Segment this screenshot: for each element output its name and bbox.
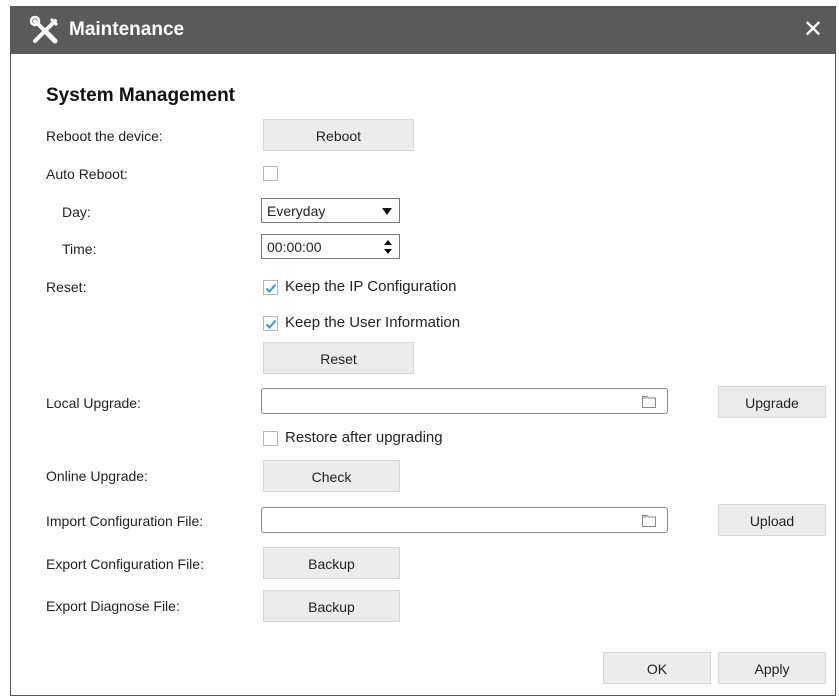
day-select[interactable]: Everyday [261, 198, 400, 223]
export-config-label: Export Configuration File: [46, 556, 204, 572]
reset-button[interactable]: Reset [263, 342, 414, 374]
upload-button[interactable]: Upload [718, 504, 826, 536]
restore-after-upgrading-label: Restore after upgrading [285, 429, 443, 446]
check-button[interactable]: Check [263, 460, 400, 492]
restore-after-upgrading-checkbox[interactable] [263, 431, 278, 446]
day-label: Day: [62, 204, 91, 220]
time-input[interactable]: 00:00:00 [261, 234, 400, 259]
dropdown-arrow-icon [382, 208, 392, 215]
reset-label: Reset: [46, 279, 87, 295]
title-bar: Maintenance ✕ [11, 7, 835, 54]
import-config-file-input[interactable] [261, 507, 668, 533]
day-select-value: Everyday [267, 203, 326, 219]
keep-user-checkbox[interactable] [263, 316, 278, 331]
import-config-label: Import Configuration File: [46, 513, 204, 529]
apply-button[interactable]: Apply [718, 652, 826, 684]
dialog-title: Maintenance [69, 19, 185, 40]
keep-ip-label: Keep the IP Configuration [285, 278, 457, 295]
reboot-label: Reboot the device: [46, 128, 163, 144]
folder-icon[interactable] [641, 512, 657, 528]
checkmark-icon [265, 283, 277, 293]
auto-reboot-label: Auto Reboot: [46, 166, 128, 182]
online-upgrade-label: Online Upgrade: [46, 468, 148, 484]
auto-reboot-checkbox[interactable] [263, 166, 278, 181]
export-diagnose-backup-button[interactable]: Backup [263, 590, 400, 622]
keep-user-label: Keep the User Information [285, 314, 461, 331]
local-upgrade-file-input[interactable] [261, 388, 668, 414]
section-title: System Management [46, 85, 236, 106]
local-upgrade-label: Local Upgrade: [46, 395, 141, 411]
maintenance-dialog: Maintenance ✕ System Management Reboot t… [10, 6, 836, 696]
reboot-button[interactable]: Reboot [263, 119, 414, 151]
tools-icon [29, 15, 59, 44]
checkmark-icon [265, 319, 277, 329]
keep-ip-checkbox[interactable] [263, 280, 278, 295]
time-input-value: 00:00:00 [267, 239, 322, 255]
close-icon[interactable]: ✕ [799, 16, 827, 44]
upgrade-button[interactable]: Upgrade [718, 386, 826, 418]
export-diagnose-label: Export Diagnose File: [46, 598, 180, 614]
time-label: Time: [62, 241, 97, 257]
spinner-arrows-icon[interactable] [383, 239, 393, 255]
folder-icon[interactable] [641, 393, 657, 409]
export-config-backup-button[interactable]: Backup [263, 547, 400, 579]
ok-button[interactable]: OK [603, 652, 711, 684]
